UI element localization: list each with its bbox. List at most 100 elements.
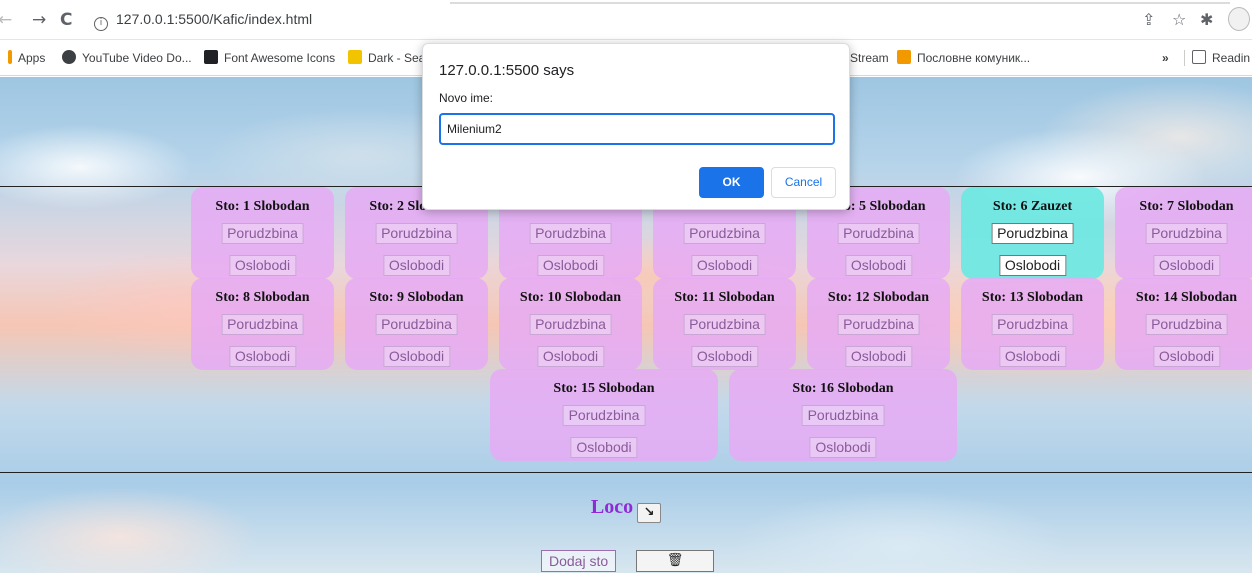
prompt-dialog: 127.0.0.1:5500 says Novo ime: OK Cancel bbox=[422, 43, 850, 210]
bookmark-youtube-video[interactable]: YouTube Video Do... bbox=[62, 50, 192, 66]
reading-list[interactable]: Readin bbox=[1192, 50, 1250, 66]
table-card-6: Sto: 6 Zauzet Porudzbina Oslobodi bbox=[961, 187, 1104, 279]
delete-table-button[interactable]: 🗑 bbox=[636, 550, 714, 572]
free-button[interactable]: Oslobodi bbox=[690, 255, 759, 276]
free-button[interactable]: Oslobodi bbox=[570, 437, 638, 458]
table-card-14: Sto: 14 Slobodan Porudzbina Oslobodi bbox=[1115, 278, 1252, 370]
bookmark-font-awesome[interactable]: Font Awesome Icons bbox=[204, 50, 335, 66]
url-field[interactable]: i 127.0.0.1:5500/Kafic/index.html bbox=[94, 9, 312, 31]
order-button[interactable]: Porudzbina bbox=[991, 223, 1074, 244]
table-card-13: Sto: 13 Slobodan Porudzbina Oslobodi bbox=[961, 278, 1104, 370]
table-card-10: Sto: 10 Slobodan Porudzbina Oslobodi bbox=[499, 278, 642, 370]
table-card-9: Sto: 9 Slobodan Porudzbina Oslobodi bbox=[345, 278, 488, 370]
table-title: Sto: 1 Slobodan bbox=[215, 199, 310, 214]
bookmark-divider bbox=[1184, 50, 1185, 66]
cancel-button[interactable]: Cancel bbox=[771, 167, 836, 198]
free-button[interactable]: Oslobodi bbox=[382, 346, 451, 367]
table-title: Sto: 11 Slobodan bbox=[674, 290, 775, 305]
extensions-icon[interactable]: ✱ bbox=[1200, 10, 1213, 30]
order-button[interactable]: Porudzbina bbox=[221, 223, 304, 244]
table-title: Sto: 16 Slobodan bbox=[792, 381, 894, 396]
bookmark-poslovne[interactable]: Пословне комуник... bbox=[897, 50, 1030, 66]
dialog-title: 127.0.0.1:5500 says bbox=[439, 62, 575, 79]
free-button[interactable]: Oslobodi bbox=[536, 255, 605, 276]
dialog-message: Novo ime: bbox=[439, 91, 494, 105]
add-table-button[interactable]: Dodaj sto bbox=[541, 550, 617, 572]
reading-list-label: Readin bbox=[1212, 51, 1251, 65]
forward-icon[interactable]: → bbox=[32, 10, 46, 30]
table-card-7: Sto: 7 Slobodan Porudzbina Oslobodi bbox=[1115, 187, 1252, 279]
order-button[interactable]: Porudzbina bbox=[837, 314, 920, 335]
table-card-8: Sto: 8 Slobodan Porudzbina Oslobodi bbox=[191, 278, 334, 370]
table-title: Sto: 12 Slobodan bbox=[827, 290, 930, 305]
apps-icon bbox=[8, 50, 12, 64]
bookmark-stream[interactable]: Stream bbox=[850, 50, 889, 66]
reading-list-icon bbox=[1192, 50, 1206, 64]
order-button[interactable]: Porudzbina bbox=[1145, 223, 1228, 244]
free-button[interactable]: Oslobodi bbox=[998, 255, 1067, 276]
table-title: Sto: 8 Slobodan bbox=[215, 290, 310, 305]
tab-strip-edge bbox=[450, 0, 1230, 4]
site-info-icon[interactable]: i bbox=[94, 17, 108, 31]
globe-icon bbox=[62, 50, 76, 64]
table-title: Sto: 9 Slobodan bbox=[369, 290, 464, 305]
free-button[interactable]: Oslobodi bbox=[844, 346, 913, 367]
bookmark-dark-sea[interactable]: Dark - Sea bbox=[348, 50, 425, 66]
order-button[interactable]: Porudzbina bbox=[837, 223, 920, 244]
free-button[interactable]: Oslobodi bbox=[1152, 255, 1221, 276]
bookmark-apps[interactable]: Apps bbox=[8, 50, 45, 66]
table-title: Sto: 6 Zauzet bbox=[992, 199, 1073, 214]
table-title: Sto: 14 Slobodan bbox=[1135, 290, 1238, 305]
edit-name-icon[interactable]: ↘ bbox=[637, 503, 662, 523]
order-button[interactable]: Porudzbina bbox=[683, 223, 766, 244]
order-button[interactable]: Porudzbina bbox=[562, 405, 646, 426]
table-title: Sto: 7 Slobodan bbox=[1139, 199, 1234, 214]
share-icon[interactable]: ⇪ bbox=[1142, 10, 1155, 30]
bookmark-label: Пословне комуник... bbox=[917, 51, 1031, 65]
order-button[interactable]: Porudzbina bbox=[221, 314, 304, 335]
table-card-12: Sto: 12 Slobodan Porudzbina Oslobodi bbox=[807, 278, 950, 370]
divider-bottom bbox=[0, 472, 1252, 473]
free-button[interactable]: Oslobodi bbox=[690, 346, 759, 367]
person-icon bbox=[897, 50, 911, 64]
bookmark-label: Font Awesome Icons bbox=[224, 51, 336, 65]
order-button[interactable]: Porudzbina bbox=[375, 314, 458, 335]
free-button[interactable]: Oslobodi bbox=[844, 255, 913, 276]
bookmark-apps-label: Apps bbox=[18, 51, 46, 65]
order-button[interactable]: Porudzbina bbox=[1145, 314, 1228, 335]
dark-sea-icon bbox=[348, 50, 362, 64]
free-button[interactable]: Oslobodi bbox=[809, 437, 877, 458]
cafe-name: Loco ↘ bbox=[0, 495, 1252, 523]
free-button[interactable]: Oslobodi bbox=[228, 346, 297, 367]
order-button[interactable]: Porudzbina bbox=[991, 314, 1074, 335]
bookmark-label: YouTube Video Do... bbox=[82, 51, 192, 65]
order-button[interactable]: Porudzbina bbox=[529, 314, 612, 335]
free-button[interactable]: Oslobodi bbox=[1152, 346, 1221, 367]
new-name-input[interactable] bbox=[439, 113, 835, 145]
address-bar: ← → C i 127.0.0.1:5500/Kafic/index.html ⇪… bbox=[0, 0, 1252, 40]
order-button[interactable]: Porudzbina bbox=[529, 223, 612, 244]
bookmark-label: Stream bbox=[850, 51, 889, 65]
bookmark-star-icon[interactable]: ☆ bbox=[1172, 10, 1186, 30]
back-icon[interactable]: ← bbox=[0, 10, 12, 30]
free-button[interactable]: Oslobodi bbox=[998, 346, 1067, 367]
order-button[interactable]: Porudzbina bbox=[683, 314, 766, 335]
order-button[interactable]: Porudzbina bbox=[375, 223, 458, 244]
ok-button[interactable]: OK bbox=[699, 167, 764, 198]
bookmark-label: Dark - Sea bbox=[368, 51, 426, 65]
order-button[interactable]: Porudzbina bbox=[801, 405, 885, 426]
trash-icon: 🗑 bbox=[666, 553, 684, 568]
free-button[interactable]: Oslobodi bbox=[382, 255, 451, 276]
more-bookmarks-icon[interactable]: » bbox=[1162, 50, 1169, 66]
url-text: 127.0.0.1:5500/Kafic/index.html bbox=[116, 11, 313, 27]
table-card-15: Sto: 15 Slobodan Porudzbina Oslobodi bbox=[490, 369, 718, 461]
cafe-name-text: Loco bbox=[590, 496, 634, 518]
reload-icon[interactable]: C bbox=[60, 10, 72, 30]
font-awesome-icon bbox=[204, 50, 218, 64]
free-button[interactable]: Oslobodi bbox=[536, 346, 605, 367]
table-title: Sto: 13 Slobodan bbox=[981, 290, 1084, 305]
table-title: Sto: 15 Slobodan bbox=[553, 381, 655, 396]
profile-avatar[interactable] bbox=[1228, 7, 1250, 31]
table-title: Sto: 10 Slobodan bbox=[519, 290, 622, 305]
free-button[interactable]: Oslobodi bbox=[228, 255, 297, 276]
